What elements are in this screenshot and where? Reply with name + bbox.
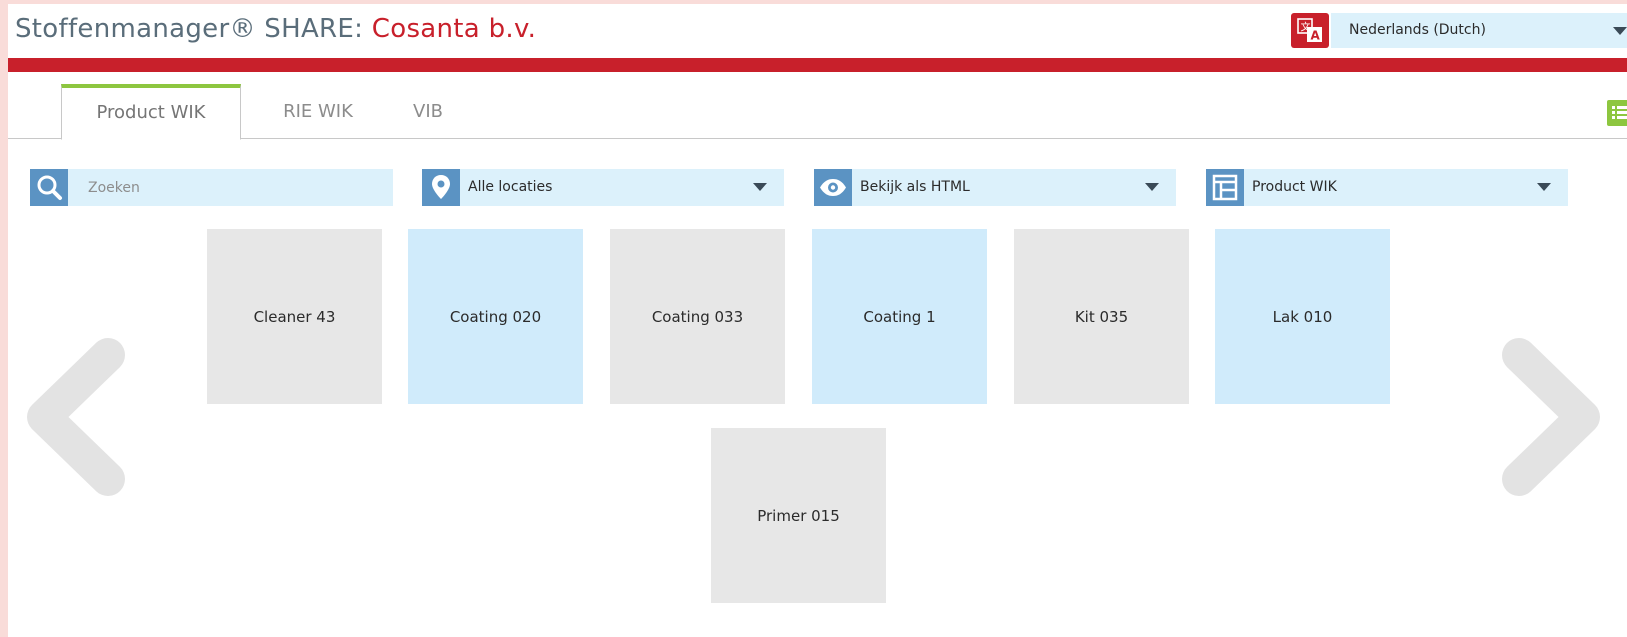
translate-icon[interactable]: 文 A — [1291, 13, 1329, 48]
tab-bar: Product WIK RIE WIK VIB — [8, 84, 1627, 140]
product-tile-cleaner-43[interactable]: Cleaner 43 — [207, 229, 382, 404]
previous-page-arrow-icon[interactable] — [26, 337, 136, 497]
product-tile-label: Kit 035 — [1074, 307, 1129, 326]
product-tile-label: Primer 015 — [757, 506, 840, 525]
search-icon[interactable] — [30, 169, 68, 206]
list-view-icon[interactable] — [1607, 100, 1627, 126]
chevron-down-icon — [753, 183, 767, 191]
chevron-down-icon — [1145, 183, 1159, 191]
brand-organization: Cosanta b.v. — [371, 14, 537, 44]
view-mode-select[interactable]: Bekijk als HTML — [814, 169, 1176, 206]
product-tile-label: Cleaner 43 — [253, 307, 336, 326]
document-type-select-value: Product WIK — [1252, 179, 1337, 195]
tab-rie-wik[interactable]: RIE WIK — [263, 84, 373, 139]
language-select[interactable]: Nederlands (Dutch) — [1331, 13, 1627, 48]
header: Stoffenmanager® SHARE: Cosanta b.v. 文 A … — [8, 4, 1627, 58]
product-tile-coating-1[interactable]: Coating 1 — [812, 229, 987, 404]
tab-label: VIB — [413, 101, 443, 122]
tab-product-wik[interactable]: Product WIK — [61, 84, 241, 140]
search-field[interactable] — [30, 169, 393, 206]
chevron-down-icon — [1613, 27, 1627, 35]
product-tile-label: Coating 1 — [863, 307, 936, 326]
location-select-value: Alle locaties — [468, 179, 553, 195]
product-tile-kit-035[interactable]: Kit 035 — [1014, 229, 1189, 404]
language-select-value: Nederlands (Dutch) — [1349, 22, 1486, 38]
svg-text:A: A — [1311, 29, 1321, 43]
product-tile-primer-015[interactable]: Primer 015 — [711, 428, 886, 603]
product-tile-coating-033[interactable]: Coating 033 — [610, 229, 785, 404]
page-title: Stoffenmanager® SHARE: Cosanta b.v. — [15, 14, 536, 44]
app-window: Stoffenmanager® SHARE: Cosanta b.v. 文 A … — [8, 4, 1627, 637]
product-tile-label: Coating 020 — [449, 307, 542, 326]
brand-prefix: Stoffenmanager® SHARE: — [15, 14, 372, 44]
product-tile-label: Lak 010 — [1272, 307, 1333, 326]
product-tile-lak-010[interactable]: Lak 010 — [1215, 229, 1390, 404]
location-pin-icon — [422, 169, 460, 206]
product-tile-coating-020[interactable]: Coating 020 — [408, 229, 583, 404]
tab-vib[interactable]: VIB — [393, 84, 463, 139]
search-input[interactable] — [68, 169, 390, 206]
document-type-select[interactable]: Product WIK — [1206, 169, 1568, 206]
chevron-down-icon — [1537, 183, 1551, 191]
location-select[interactable]: Alle locaties — [422, 169, 784, 206]
next-page-arrow-icon[interactable] — [1491, 337, 1601, 497]
tab-label: Product WIK — [96, 102, 206, 123]
eye-icon — [814, 169, 852, 206]
tab-label: RIE WIK — [283, 101, 353, 122]
product-tile-label: Coating 033 — [651, 307, 744, 326]
view-mode-select-value: Bekijk als HTML — [860, 179, 970, 195]
layout-template-icon — [1206, 169, 1244, 206]
header-divider — [8, 58, 1627, 72]
